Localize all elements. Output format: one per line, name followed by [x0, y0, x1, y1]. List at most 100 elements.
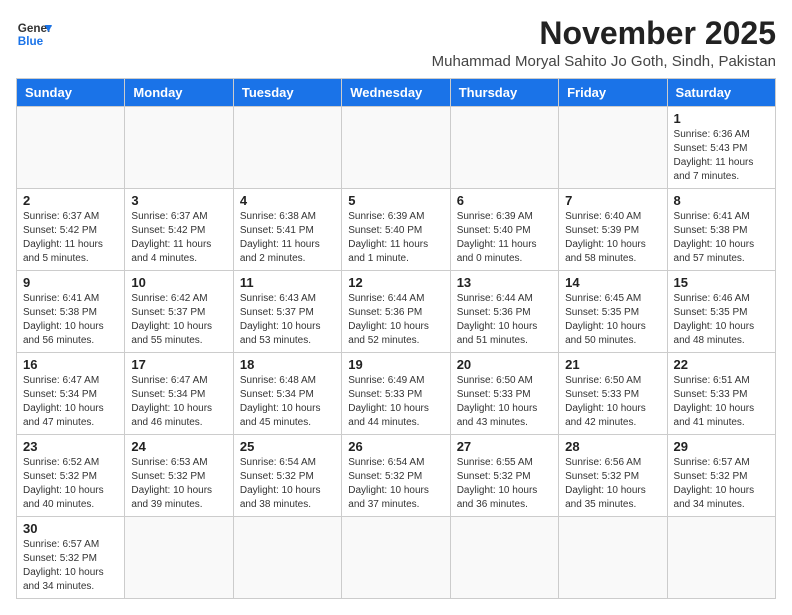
day-info: Sunrise: 6:56 AM Sunset: 5:32 PM Dayligh…: [565, 456, 660, 512]
calendar-cell: 29 Sunrise: 6:57 AM Sunset: 5:32 PM Dayli…: [667, 435, 775, 517]
day-info: Sunrise: 6:51 AM Sunset: 5:33 PM Dayligh…: [674, 374, 769, 430]
day-number: 4: [240, 193, 335, 208]
day-number: 20: [457, 357, 552, 372]
calendar-cell: 22 Sunrise: 6:51 AM Sunset: 5:33 PM Dayli…: [667, 353, 775, 435]
day-number: 8: [674, 193, 769, 208]
calendar-week-5: 23 Sunrise: 6:52 AM Sunset: 5:32 PM Dayli…: [17, 435, 776, 517]
day-info: Sunrise: 6:42 AM Sunset: 5:37 PM Dayligh…: [131, 292, 226, 348]
day-info: Sunrise: 6:50 AM Sunset: 5:33 PM Dayligh…: [565, 374, 660, 430]
calendar-cell: 2Sunrise: 6:37 AM Sunset: 5:42 PM Daylig…: [17, 189, 125, 271]
day-number: 18: [240, 357, 335, 372]
weekday-header-tuesday: Tuesday: [233, 79, 341, 107]
calendar-cell: 15Sunrise: 6:46 AM Sunset: 5:35 PM Dayli…: [667, 271, 775, 353]
calendar-cell: [450, 517, 558, 599]
calendar-cell: 8 Sunrise: 6:41 AM Sunset: 5:38 PM Daylig…: [667, 189, 775, 271]
day-info: Sunrise: 6:38 AM Sunset: 5:41 PM Dayligh…: [240, 210, 335, 266]
day-info: Sunrise: 6:41 AM Sunset: 5:38 PM Dayligh…: [674, 210, 769, 266]
calendar-cell: [450, 107, 558, 189]
weekday-header-row: SundayMondayTuesdayWednesdayThursdayFrid…: [17, 79, 776, 107]
day-info: Sunrise: 6:41 AM Sunset: 5:38 PM Dayligh…: [23, 292, 118, 348]
calendar-cell: [342, 517, 450, 599]
day-info: Sunrise: 6:52 AM Sunset: 5:32 PM Dayligh…: [23, 456, 118, 512]
page-header: General Blue November 2025 Muhammad Mory…: [16, 16, 776, 70]
day-number: 27: [457, 439, 552, 454]
svg-text:Blue: Blue: [18, 35, 44, 48]
day-info: Sunrise: 6:39 AM Sunset: 5:40 PM Dayligh…: [348, 210, 443, 266]
calendar-cell: 4 Sunrise: 6:38 AM Sunset: 5:41 PM Daylig…: [233, 189, 341, 271]
day-number: 22: [674, 357, 769, 372]
calendar-cell: [125, 517, 233, 599]
calendar-cell: 14Sunrise: 6:45 AM Sunset: 5:35 PM Dayli…: [559, 271, 667, 353]
day-info: Sunrise: 6:39 AM Sunset: 5:40 PM Dayligh…: [457, 210, 552, 266]
day-info: Sunrise: 6:44 AM Sunset: 5:36 PM Dayligh…: [457, 292, 552, 348]
calendar-cell: 26 Sunrise: 6:54 AM Sunset: 5:32 PM Dayli…: [342, 435, 450, 517]
day-number: 11: [240, 275, 335, 290]
calendar-cell: 7Sunrise: 6:40 AM Sunset: 5:39 PM Daylig…: [559, 189, 667, 271]
day-number: 3: [131, 193, 226, 208]
calendar-cell: [342, 107, 450, 189]
calendar-cell: 23 Sunrise: 6:52 AM Sunset: 5:32 PM Dayli…: [17, 435, 125, 517]
day-info: Sunrise: 6:36 AM Sunset: 5:43 PM Dayligh…: [674, 128, 769, 184]
calendar-cell: 28 Sunrise: 6:56 AM Sunset: 5:32 PM Dayli…: [559, 435, 667, 517]
day-number: 6: [457, 193, 552, 208]
calendar-week-2: 2 Sunrise: 6:37 AM Sunset: 5:42 PM Daylig…: [17, 189, 776, 271]
day-info: Sunrise: 6:47 AM Sunset: 5:34 PM Dayligh…: [131, 374, 226, 430]
day-number: 14: [565, 275, 660, 290]
day-info: Sunrise: 6:53 AM Sunset: 5:32 PM Dayligh…: [131, 456, 226, 512]
weekday-header-friday: Friday: [559, 79, 667, 107]
day-number: 2: [23, 193, 118, 208]
calendar-cell: 25 Sunrise: 6:54 AM Sunset: 5:32 PM Dayli…: [233, 435, 341, 517]
day-number: 17: [131, 357, 226, 372]
calendar-cell: 16Sunrise: 6:47 AM Sunset: 5:34 PM Dayli…: [17, 353, 125, 435]
day-number: 28: [565, 439, 660, 454]
calendar-cell: [17, 107, 125, 189]
calendar-cell: 24 Sunrise: 6:53 AM Sunset: 5:32 PM Dayli…: [125, 435, 233, 517]
day-number: 30: [23, 521, 118, 536]
day-number: 25: [240, 439, 335, 454]
calendar-cell: 30 Sunrise: 6:57 AM Sunset: 5:32 PM Dayli…: [17, 517, 125, 599]
calendar-cell: 6 Sunrise: 6:39 AM Sunset: 5:40 PM Daylig…: [450, 189, 558, 271]
day-info: Sunrise: 6:55 AM Sunset: 5:32 PM Dayligh…: [457, 456, 552, 512]
day-number: 23: [23, 439, 118, 454]
calendar-cell: 13Sunrise: 6:44 AM Sunset: 5:36 PM Dayli…: [450, 271, 558, 353]
weekday-header-wednesday: Wednesday: [342, 79, 450, 107]
day-number: 21: [565, 357, 660, 372]
day-number: 12: [348, 275, 443, 290]
month-title: November 2025: [432, 16, 776, 51]
day-info: Sunrise: 6:57 AM Sunset: 5:32 PM Dayligh…: [23, 538, 118, 594]
day-info: Sunrise: 6:54 AM Sunset: 5:32 PM Dayligh…: [348, 456, 443, 512]
day-info: Sunrise: 6:54 AM Sunset: 5:32 PM Dayligh…: [240, 456, 335, 512]
day-number: 10: [131, 275, 226, 290]
calendar-cell: 10 Sunrise: 6:42 AM Sunset: 5:37 PM Dayli…: [125, 271, 233, 353]
calendar-cell: [125, 107, 233, 189]
day-number: 24: [131, 439, 226, 454]
calendar-cell: 12Sunrise: 6:44 AM Sunset: 5:36 PM Dayli…: [342, 271, 450, 353]
calendar-week-3: 9 Sunrise: 6:41 AM Sunset: 5:38 PM Daylig…: [17, 271, 776, 353]
calendar-cell: [233, 107, 341, 189]
calendar-cell: 27 Sunrise: 6:55 AM Sunset: 5:32 PM Dayli…: [450, 435, 558, 517]
day-number: 26: [348, 439, 443, 454]
day-number: 5: [348, 193, 443, 208]
day-number: 16: [23, 357, 118, 372]
calendar-cell: 1Sunrise: 6:36 AM Sunset: 5:43 PM Daylig…: [667, 107, 775, 189]
calendar-cell: [667, 517, 775, 599]
logo: General Blue: [16, 16, 52, 52]
day-info: Sunrise: 6:43 AM Sunset: 5:37 PM Dayligh…: [240, 292, 335, 348]
calendar-cell: 5 Sunrise: 6:39 AM Sunset: 5:40 PM Daylig…: [342, 189, 450, 271]
calendar-cell: 21 Sunrise: 6:50 AM Sunset: 5:33 PM Dayli…: [559, 353, 667, 435]
weekday-header-sunday: Sunday: [17, 79, 125, 107]
calendar-cell: 17 Sunrise: 6:47 AM Sunset: 5:34 PM Dayli…: [125, 353, 233, 435]
weekday-header-thursday: Thursday: [450, 79, 558, 107]
calendar-cell: 18Sunrise: 6:48 AM Sunset: 5:34 PM Dayli…: [233, 353, 341, 435]
day-info: Sunrise: 6:37 AM Sunset: 5:42 PM Dayligh…: [131, 210, 226, 266]
day-info: Sunrise: 6:57 AM Sunset: 5:32 PM Dayligh…: [674, 456, 769, 512]
logo-icon: General Blue: [16, 16, 52, 52]
location-subtitle: Muhammad Moryal Sahito Jo Goth, Sindh, P…: [432, 53, 776, 70]
day-number: 29: [674, 439, 769, 454]
weekday-header-saturday: Saturday: [667, 79, 775, 107]
calendar-cell: [233, 517, 341, 599]
day-number: 9: [23, 275, 118, 290]
calendar-week-1: 1Sunrise: 6:36 AM Sunset: 5:43 PM Daylig…: [17, 107, 776, 189]
calendar-cell: 3 Sunrise: 6:37 AM Sunset: 5:42 PM Daylig…: [125, 189, 233, 271]
day-info: Sunrise: 6:40 AM Sunset: 5:39 PM Dayligh…: [565, 210, 660, 266]
